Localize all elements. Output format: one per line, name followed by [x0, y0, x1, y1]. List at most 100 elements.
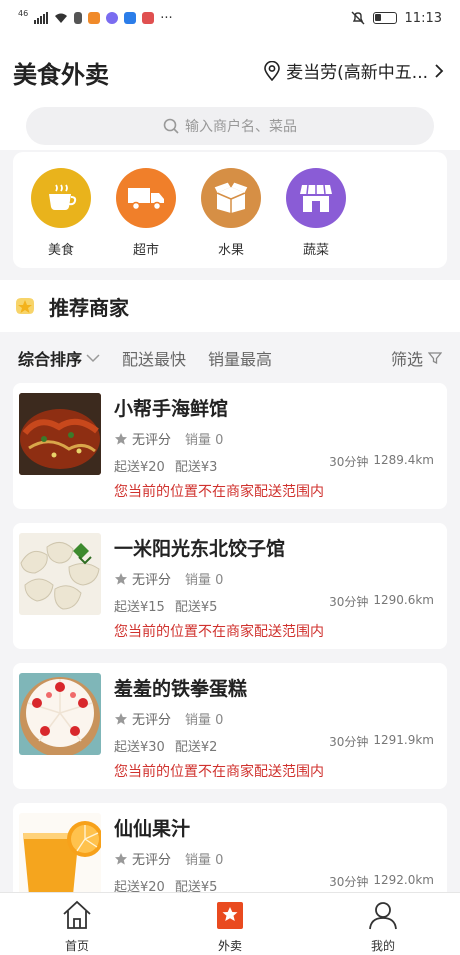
delivery-eta: 30分钟 1289.4km	[329, 453, 434, 470]
category-label: 超市	[132, 243, 159, 258]
sort-dropdown[interactable]: 综合排序	[18, 346, 100, 370]
battery-icon	[372, 12, 397, 24]
takeout-icon	[217, 902, 243, 929]
search-placeholder: 输入商户名、菜品	[185, 119, 297, 135]
nav-label: 我的	[370, 939, 395, 953]
out-of-range-warning: 您当前的位置不在商家配送范围内	[114, 624, 324, 640]
distance: 1290.6km	[373, 593, 434, 607]
filter-bar: 综合排序 配送最快 销量最高 筛选	[0, 334, 460, 382]
notification-app-icon	[124, 12, 137, 24]
nav-label: 外卖	[217, 939, 242, 953]
distance: 1291.9km	[373, 733, 434, 747]
star-icon	[115, 712, 127, 725]
shop-stats: 无评分 销量 0	[114, 849, 223, 868]
truck-icon	[116, 168, 176, 228]
mute-icon	[351, 11, 365, 25]
min-order: 起送¥20	[114, 460, 165, 475]
category-food[interactable]: 美食	[29, 168, 93, 258]
delivery-time: 30分钟	[329, 875, 369, 889]
category-label: 水果	[217, 243, 244, 258]
shop-card[interactable]: 一米阳光东北饺子馆 无评分 销量 0 起送¥15 配送¥5 30分钟 1290.…	[13, 523, 447, 649]
wifi-icon	[55, 13, 68, 23]
notification-app-icon	[142, 12, 155, 24]
rating-label: 无评分	[132, 853, 172, 868]
rating: 无评分	[114, 569, 171, 588]
status-bar: 46 ··· 11:13	[0, 0, 460, 36]
shop-card[interactable]: 小帮手海鲜馆 无评分 销量 0 起送¥20 配送¥3 30分钟 1289.4km…	[13, 383, 447, 509]
out-of-range-warning: 您当前的位置不在商家配送范围内	[114, 764, 324, 780]
section-title: 推荐商家	[49, 295, 129, 320]
star-icon	[115, 852, 127, 865]
category-supermarket[interactable]: 超市	[114, 168, 178, 258]
notification-app-icon	[88, 12, 101, 24]
delivery-terms: 起送¥20 配送¥3	[114, 456, 217, 475]
shop-card[interactable]: 羞羞的铁拳蛋糕 无评分 销量 0 起送¥30 配送¥2 30分钟 1291.9k…	[13, 663, 447, 789]
distance: 1292.0km	[373, 873, 434, 887]
delivery-fee: 配送¥2	[174, 740, 218, 755]
star-icon	[115, 572, 127, 585]
star-icon	[115, 432, 127, 445]
shop-stats: 无评分 销量 0	[114, 569, 223, 588]
distance: 1289.4km	[373, 453, 434, 467]
notification-app-icon	[74, 12, 83, 24]
location-label: 麦当劳(高新中五...	[286, 63, 428, 83]
network-label: 46	[18, 8, 29, 18]
rating-label: 无评分	[132, 573, 172, 588]
location-pin-icon	[264, 60, 280, 81]
rating: 无评分	[114, 709, 171, 728]
filter-top-sales[interactable]: 销量最高	[208, 346, 272, 370]
sales-count: 销量 0	[185, 713, 224, 728]
funnel-icon	[428, 352, 442, 365]
out-of-range-warning: 您当前的位置不在商家配送范围内	[114, 484, 324, 500]
clock: 11:13	[404, 10, 442, 26]
nav-takeout[interactable]: 外卖	[190, 899, 270, 954]
user-icon	[369, 902, 397, 930]
header: 美食外卖 麦当劳(高新中五... 输入商户名、菜品	[0, 36, 460, 150]
sales-count: 销量 0	[185, 853, 224, 868]
category-label: 美食	[47, 243, 74, 258]
sort-label: 综合排序	[18, 350, 83, 369]
shop-name: 一米阳光东北饺子馆	[114, 538, 286, 560]
coffee-cup-icon	[31, 168, 91, 228]
min-order: 起送¥15	[114, 600, 165, 615]
filter-button[interactable]: 筛选	[391, 346, 442, 370]
delivery-time: 30分钟	[329, 455, 369, 469]
recommended-section-header: 推荐商家	[0, 280, 460, 332]
rating-label: 无评分	[132, 713, 172, 728]
category-label: 蔬菜	[302, 243, 329, 258]
sales-count: 销量 0	[185, 433, 224, 448]
chevron-right-icon	[435, 63, 444, 78]
filter-label: 筛选	[390, 350, 423, 369]
shop-thumbnail	[19, 533, 101, 615]
more-notifications-icon: ···	[160, 10, 173, 26]
shop-stats: 无评分 销量 0	[114, 429, 223, 448]
star-badge-icon	[16, 298, 34, 314]
nav-home[interactable]: 首页	[37, 899, 117, 954]
delivery-eta: 30分钟 1292.0km	[329, 873, 434, 890]
store-icon	[286, 168, 346, 228]
delivery-time: 30分钟	[329, 735, 369, 749]
category-vegetables[interactable]: 蔬菜	[284, 168, 348, 258]
rating: 无评分	[114, 429, 171, 448]
category-fruit[interactable]: 水果	[199, 168, 263, 258]
nav-profile[interactable]: 我的	[343, 899, 423, 954]
search-input[interactable]: 输入商户名、菜品	[26, 107, 434, 145]
shop-thumbnail	[19, 673, 101, 755]
shop-name: 小帮手海鲜馆	[114, 398, 229, 420]
bottom-navigation: 首页 外卖 我的	[0, 892, 460, 955]
nav-label: 首页	[64, 939, 89, 953]
music-app-icon	[106, 12, 119, 24]
delivery-terms: 起送¥15 配送¥5	[114, 596, 217, 615]
shop-thumbnail	[19, 813, 101, 895]
rating-label: 无评分	[132, 433, 172, 448]
delivery-time: 30分钟	[329, 595, 369, 609]
search-icon	[163, 118, 179, 134]
chevron-down-icon	[86, 354, 100, 363]
min-order: 起送¥30	[114, 740, 165, 755]
category-grid: 美食 超市 水果 蔬菜	[13, 152, 447, 268]
delivery-eta: 30分钟 1290.6km	[329, 593, 434, 610]
location-selector[interactable]: 麦当劳(高新中五...	[264, 58, 444, 83]
filter-fastest-delivery[interactable]: 配送最快	[122, 346, 186, 370]
shop-thumbnail	[19, 393, 101, 475]
delivery-fee: 配送¥5	[174, 600, 218, 615]
